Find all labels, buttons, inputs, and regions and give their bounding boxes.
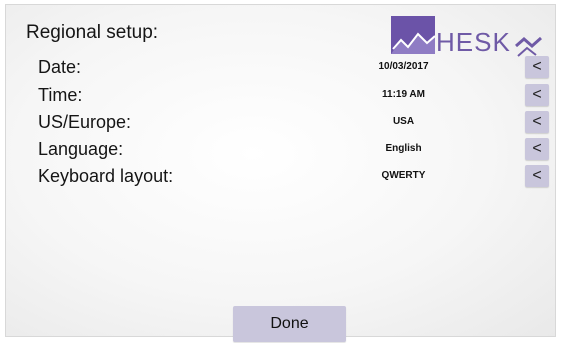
regional-setup-screen: Regional setup: HESK Date: 10/03/2017 < … xyxy=(5,4,556,337)
page-title: Regional setup: xyxy=(26,22,159,43)
setting-label: US/Europe: xyxy=(38,112,132,132)
setting-value: QWERTY xyxy=(381,170,426,181)
chevron-left-icon: < xyxy=(532,140,542,157)
mountain-logo-icon xyxy=(391,16,435,54)
time-change-button[interactable]: < xyxy=(525,84,549,106)
keyboard-change-button[interactable]: < xyxy=(525,165,549,187)
chevron-left-icon: < xyxy=(532,167,542,184)
setting-label: Date: xyxy=(38,57,82,77)
setting-value: USA xyxy=(392,116,415,127)
region-change-button[interactable]: < xyxy=(525,111,549,133)
chevron-left-icon: < xyxy=(532,113,542,130)
setting-label: Keyboard layout: xyxy=(38,166,174,186)
setting-value: English xyxy=(385,143,422,154)
setting-value: 11:19 AM xyxy=(382,89,425,100)
chevron-left-icon: < xyxy=(532,58,542,75)
date-change-button[interactable]: < xyxy=(525,56,549,78)
setting-row-language: Language: English < xyxy=(6,137,565,163)
setting-value: 10/03/2017 xyxy=(378,61,429,72)
chevron-left-icon: < xyxy=(532,86,542,103)
setting-row-date: Date: 10/03/2017 < xyxy=(6,55,565,81)
setting-row-region: US/Europe: USA < xyxy=(6,110,565,136)
language-change-button[interactable]: < xyxy=(525,138,549,160)
setting-row-time: Time: 11:19 AM < xyxy=(6,83,565,109)
setting-row-keyboard: Keyboard layout: QWERTY < xyxy=(6,164,565,190)
heska-logo: HESK xyxy=(391,16,551,58)
done-button[interactable]: Done xyxy=(233,306,346,342)
logo-wordmark: HESK xyxy=(436,27,511,57)
setting-label: Language: xyxy=(38,139,124,159)
setting-label: Time: xyxy=(38,85,83,105)
